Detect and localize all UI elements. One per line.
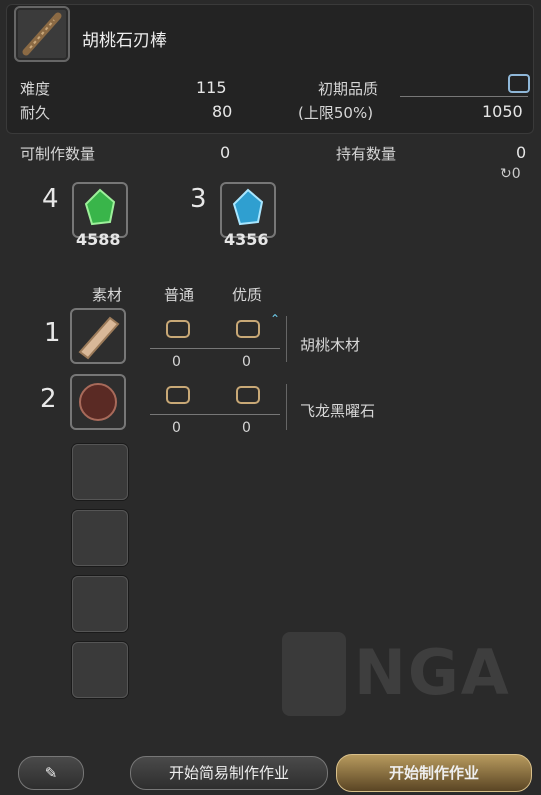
item-name: 胡桃石刃棒 — [82, 31, 167, 51]
quality-checkbox-icon — [508, 74, 530, 93]
col-normal-header: 普通 — [164, 286, 195, 304]
material-1-normal-count: 0 — [172, 354, 181, 370]
quick-synthesis-button[interactable]: 开始简易制作作业 — [130, 756, 328, 790]
material-slot-empty[interactable] — [72, 642, 128, 698]
material-2-index: 2 — [40, 384, 57, 414]
quality-cap-label: (上限50%) — [298, 104, 374, 122]
material-2-slot[interactable] — [70, 374, 126, 430]
material-2-name: 飞龙黑曜石 — [300, 402, 376, 420]
material-1-vdivider — [286, 316, 287, 362]
material-slot-empty[interactable] — [72, 510, 128, 566]
quality-bar — [400, 96, 528, 97]
difficulty-label: 难度 — [20, 80, 51, 98]
durability-value: 80 — [212, 102, 233, 121]
material-slot-empty[interactable] — [72, 576, 128, 632]
material-2-hq-count: 0 — [242, 420, 251, 436]
material-2-normal-count: 0 — [172, 420, 181, 436]
hq-icon: ↻ — [500, 166, 512, 182]
material-2-divider — [150, 414, 280, 415]
craftable-value: 0 — [220, 143, 231, 162]
owned-hq-value: 0 — [511, 166, 521, 182]
material-2-hq-box[interactable] — [236, 386, 260, 404]
material-slot-empty[interactable] — [72, 444, 128, 500]
item-icon[interactable] — [14, 6, 70, 62]
material-1-normal-box[interactable] — [166, 320, 190, 338]
synthesize-button[interactable]: 开始制作作业 — [336, 754, 532, 792]
material-2-vdivider — [286, 384, 287, 430]
watermark-text: NGA — [354, 636, 511, 709]
recipe-notes-button[interactable]: ✎ — [18, 756, 84, 790]
crystal-2-have: 4356 — [224, 230, 269, 249]
material-1-hq-count: 0 — [242, 354, 251, 370]
owned-label: 持有数量 — [336, 145, 397, 163]
quality-max-value: 1050 — [482, 102, 523, 121]
crystal-1-required: 4 — [42, 184, 59, 214]
col-material-header: 素材 — [92, 286, 123, 304]
material-1-hq-box[interactable] — [236, 320, 260, 338]
material-1-name: 胡桃木材 — [300, 336, 361, 354]
material-1-slot[interactable] — [70, 308, 126, 364]
obsidian-icon — [79, 383, 117, 421]
club-weapon-icon — [22, 12, 62, 56]
crystal-2-required: 3 — [190, 184, 207, 214]
durability-label: 耐久 — [20, 104, 51, 122]
material-1-index: 1 — [44, 318, 61, 348]
craftable-label: 可制作数量 — [20, 145, 96, 163]
notebook-icon: ✎ — [44, 764, 58, 782]
difficulty-value: 115 — [196, 78, 227, 97]
watermark-logo — [282, 632, 346, 716]
initial-quality-label: 初期品质 — [318, 80, 379, 98]
material-1-divider — [150, 348, 280, 349]
recipe-info-panel — [6, 4, 534, 134]
lumber-icon — [78, 316, 120, 360]
crystal-1-have: 4588 — [76, 230, 121, 249]
col-hq-header: 优质 — [232, 286, 263, 304]
material-2-normal-box[interactable] — [166, 386, 190, 404]
owned-value: 0 — [516, 143, 527, 162]
hq-arrow-icon[interactable]: ⌃ — [270, 312, 280, 326]
owned-hq-indicator: ↻0 — [500, 166, 521, 182]
